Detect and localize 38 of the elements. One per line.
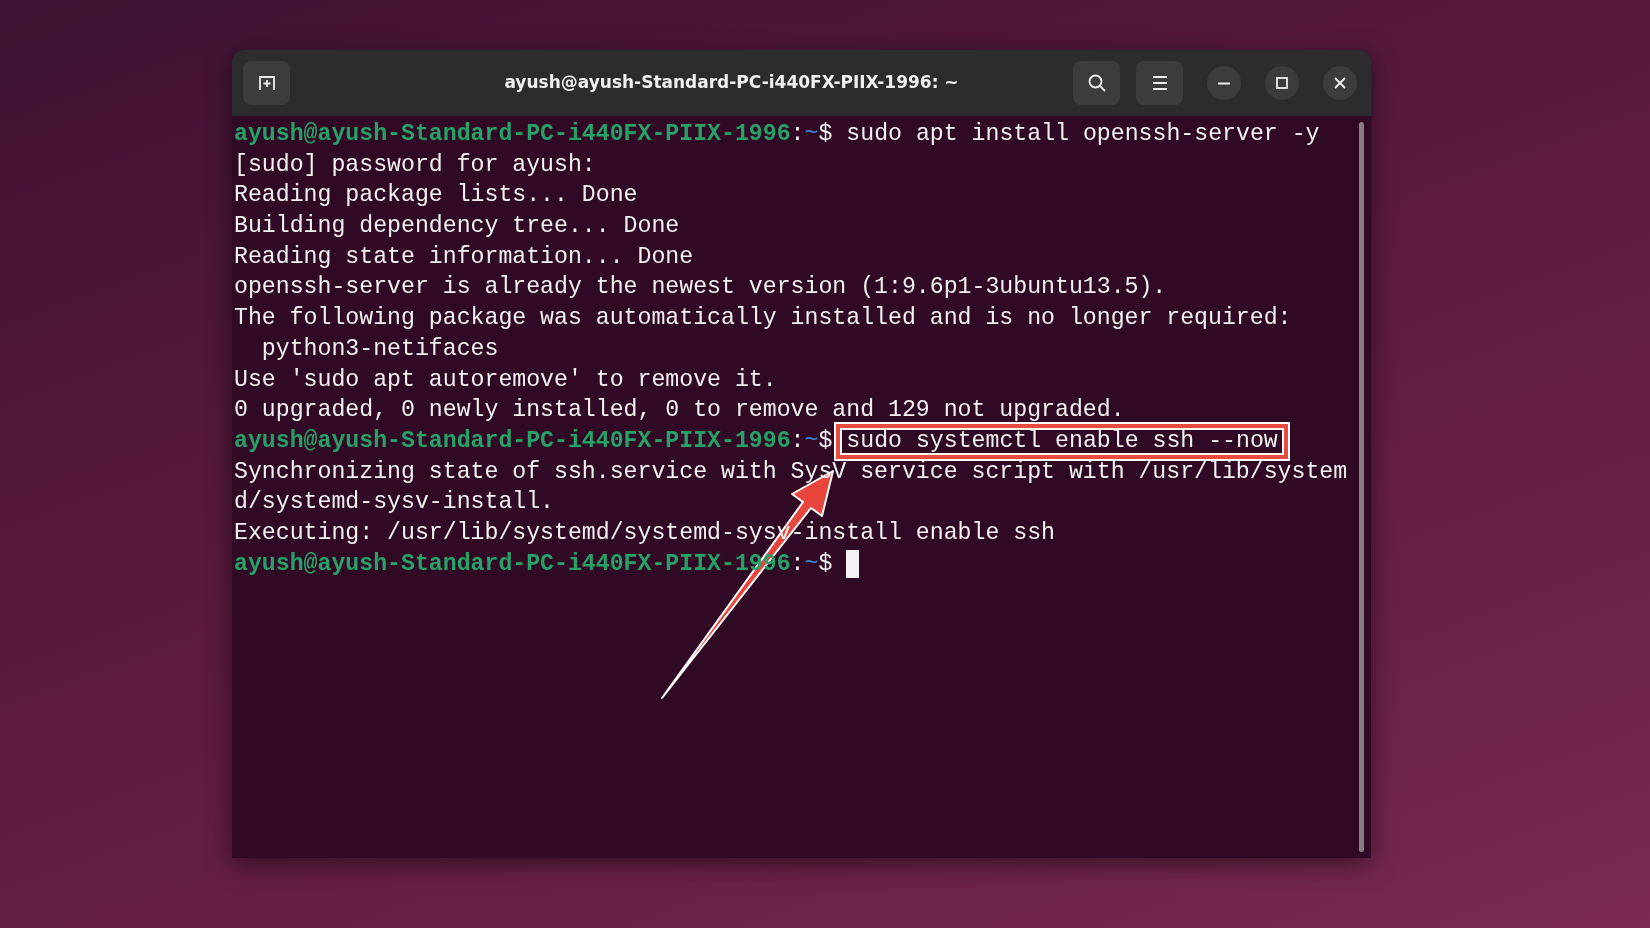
output-line: Synchronizing state of ssh.service with SysV service script with /usr/lib/system	[234, 457, 1348, 487]
prompt-path: ~	[804, 120, 819, 149]
output-line: The following package was automatically installed and is no longer required:	[234, 304, 1292, 334]
menu-button[interactable]	[1136, 61, 1183, 105]
window-title: ayush@ayush-Standard-PC-i440FX-PIIX-1996: ~	[503, 71, 960, 95]
prompt-path: ~	[804, 549, 819, 579]
maximize-button[interactable]	[1265, 66, 1299, 100]
new-tab-icon	[256, 73, 277, 93]
output-line: 0 upgraded, 0 newly installed, 0 to remove and 129 not upgraded.	[234, 396, 1125, 426]
minimize-button[interactable]	[1207, 66, 1241, 100]
prompt-symbol: $	[818, 549, 833, 579]
prompt-symbol: $	[818, 426, 833, 456]
command-text: sudo systemctl enable ssh --now	[846, 427, 1278, 454]
output-line: openssh-server is already the newest version (1:9.6p1-3ubuntu13.5).	[234, 273, 1167, 303]
maximize-icon	[1276, 77, 1288, 89]
prompt-separator: :	[790, 549, 805, 579]
output-line: python3-netifaces	[260, 334, 499, 364]
minimize-icon	[1218, 81, 1230, 85]
output-line: [sudo] password for ayush:	[234, 150, 596, 180]
search-icon	[1086, 73, 1107, 93]
new-tab-button[interactable]	[243, 61, 290, 105]
prompt-separator: :	[790, 426, 805, 456]
output-line: Building dependency tree... Done	[234, 212, 680, 242]
command-text: sudo apt install openssh-server -y	[846, 120, 1320, 149]
output-line: d/systemd-sysv-install.	[234, 488, 555, 518]
scrollbar[interactable]	[1359, 122, 1364, 852]
close-button[interactable]	[1323, 66, 1357, 100]
output-line: Reading package lists... Done	[234, 181, 638, 211]
output-line: Reading state information... Done	[234, 242, 694, 272]
prompt-path: ~	[804, 426, 819, 456]
prompt-user: ayush@ayush-Standard-PC-i440FX-PIIX-1996	[234, 120, 791, 149]
prompt-user: ayush@ayush-Standard-PC-i440FX-PIIX-1996	[234, 426, 791, 456]
prompt-separator: :	[790, 120, 805, 149]
menu-icon	[1150, 75, 1169, 91]
search-button[interactable]	[1073, 61, 1120, 105]
close-icon	[1334, 77, 1346, 89]
output-line: Use 'sudo apt autoremove' to remove it.	[234, 365, 777, 395]
prompt-symbol: $	[818, 120, 833, 149]
